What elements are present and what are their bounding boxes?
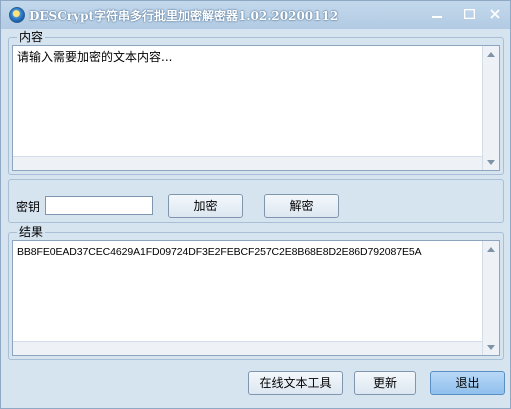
key-label: 密钥 [16,200,41,214]
result-group: 结果 BB8FE0EAD37CEC4629A1FD09724DF3E2FEBCF… [8,225,504,360]
app-icon [9,7,25,23]
result-textarea[interactable]: BB8FE0EAD37CEC4629A1FD09724DF3E2FEBCF257… [12,240,500,356]
content-group: 内容 请输入需要加密的文本内容... [8,30,504,175]
refresh-button[interactable]: 更新 [354,371,416,395]
maximize-icon [463,9,475,19]
encrypt-button[interactable]: 加密 [168,194,243,218]
window-title: DESCrypt字符串多行批里加密解密器1.02.20200112 [29,9,339,23]
result-text: BB8FE0EAD37CEC4629A1FD09724DF3E2FEBCF257… [17,246,422,258]
result-group-label: 结果 [17,225,46,239]
decrypt-button[interactable]: 解密 [264,194,339,218]
online-text-tools-button[interactable]: 在线文本工具 [248,371,343,395]
content-hscroll-track [13,156,482,170]
key-input[interactable] [45,196,153,215]
result-scrollbar[interactable] [482,241,499,355]
scroll-down-icon[interactable] [483,339,499,355]
close-button[interactable] [485,6,505,24]
content-scrollbar[interactable] [482,46,499,170]
exit-button[interactable]: 退出 [430,371,505,395]
minimize-icon [432,16,442,18]
maximize-button[interactable] [459,6,479,24]
content-text: 请输入需要加密的文本内容... [17,50,173,64]
scroll-up-icon[interactable] [483,241,499,257]
content-group-label: 内容 [17,30,46,44]
close-icon [490,9,500,19]
app-window: DESCrypt字符串多行批里加密解密器1.02.20200112 内容 请输入… [0,0,511,409]
result-hscroll-track [13,341,482,355]
scroll-up-icon[interactable] [483,46,499,62]
content-textarea[interactable]: 请输入需要加密的文本内容... [12,45,500,171]
scroll-down-icon[interactable] [483,154,499,170]
title-bar[interactable]: DESCrypt字符串多行批里加密解密器1.02.20200112 [1,1,510,29]
minimize-button[interactable] [427,6,447,24]
